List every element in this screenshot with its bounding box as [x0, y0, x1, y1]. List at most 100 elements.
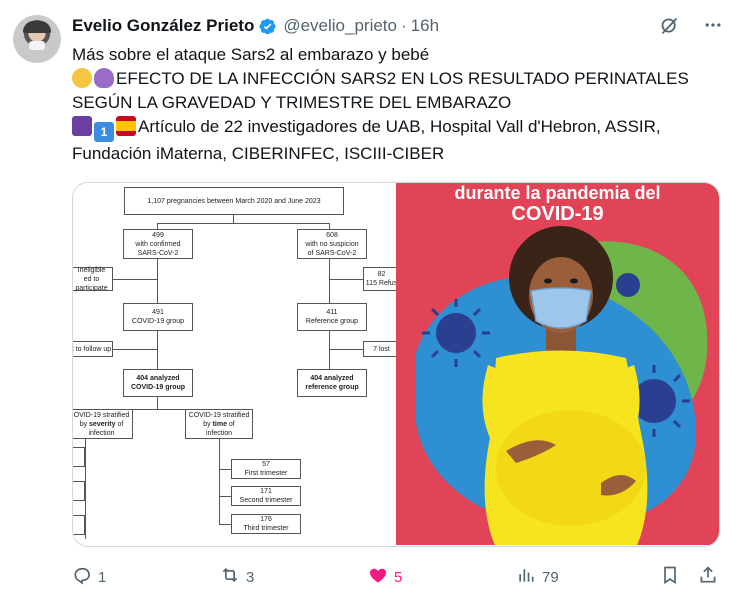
like-count: 5 — [394, 568, 403, 586]
flow-line — [329, 331, 330, 369]
flow-confirmed-n: 499 — [152, 231, 164, 239]
flow-line — [157, 259, 158, 303]
flow-nosusp-text: with no suspicion — [305, 240, 359, 248]
pregnant-woman-illustration — [396, 226, 719, 546]
flow-ineligible-2: ed to participate — [75, 275, 108, 292]
flow-strat-sev-3: infection — [88, 429, 115, 437]
flow-third-trimester-box: 176 Third trimester — [231, 514, 301, 534]
tweet-line-1: Más sobre el ataque Sars2 al embarazo y … — [72, 45, 430, 64]
flow-line — [219, 469, 231, 470]
flow-analyzed-covid-2: COVID-19 group — [130, 384, 186, 391]
flow-nosusp-n: 608 — [326, 231, 338, 239]
tweet-text-line: SEGÚN LA GRAVEDAD Y TRIMESTRE DEL EMBARA… — [72, 91, 727, 115]
repost-icon — [220, 565, 240, 589]
flow-line — [113, 349, 157, 350]
flow-analyzed-ref-box: 404 analyzed reference group — [297, 369, 367, 397]
author-name[interactable]: Evelio González Prieto — [72, 16, 254, 36]
flow-lost-right-text: 7 lost — [373, 345, 390, 353]
flow-refused-box: 82 115 Refus — [363, 267, 399, 291]
tweet-header: Evelio González Prieto @evelio_prieto · … — [72, 15, 439, 37]
tweet-line-3: SEGÚN LA GRAVEDAD Y TRIMESTRE DEL EMBARA… — [72, 93, 512, 112]
flow-line — [157, 397, 158, 409]
flow-line — [233, 215, 234, 223]
reply-button[interactable]: 1 — [72, 565, 106, 589]
flow-t1-text: First trimester — [244, 470, 288, 477]
author-avatar[interactable] — [13, 15, 61, 63]
share-icon — [698, 565, 718, 589]
flow-confirmed-box: 499 with confirmed SARS-CoV-2 — [123, 229, 193, 259]
flow-line — [157, 331, 158, 369]
flow-nosusp-text2: of SARS-CoV-2 — [307, 249, 357, 257]
views-button[interactable]: 79 — [516, 565, 559, 589]
tweet-text-line: EFECTO DE LA INFECCIÓN SARS2 EN LOS RESU… — [72, 67, 727, 91]
flow-t3-n: 176 — [260, 516, 272, 523]
flow-lost-left-text: t to follow up — [72, 345, 112, 353]
flow-total-box: 1,107 pregnancies between March 2020 and… — [124, 187, 344, 215]
grok-icon[interactable] — [658, 14, 680, 36]
flow-analyzed-ref-1: 404 analyzed — [310, 375, 354, 382]
tweet-text-line: 1 Artículo de 22 investigadores de UAB, H… — [72, 115, 727, 142]
baby-emoji-icon — [72, 68, 92, 88]
flow-analyzed-ref-2: reference group — [305, 384, 359, 391]
flow-ref-group-text: Reference group — [305, 318, 359, 325]
tweet-actions: 1 3 5 79 — [72, 565, 722, 589]
flow-t2-n: 171 — [260, 488, 272, 495]
flow-severity-sub-box — [73, 447, 85, 467]
flow-line — [113, 279, 157, 280]
repost-count: 3 — [246, 568, 255, 586]
heart-filled-icon — [368, 565, 388, 589]
flow-strat-time-1: COVID-19 stratified — [188, 411, 250, 419]
tweet-line-5: Fundación iMaterna, CIBERINFEC, ISCIII-C… — [72, 144, 445, 163]
flow-line — [85, 439, 86, 539]
flow-lost-left-box: t to follow up — [72, 341, 113, 357]
flow-strat-sev-of: of — [115, 420, 124, 428]
flow-covid-group-text: COVID-19 group — [131, 318, 185, 325]
like-button[interactable]: 5 — [368, 565, 402, 589]
flow-first-trimester-box: 57 First trimester — [231, 459, 301, 479]
verified-badge-icon — [258, 17, 277, 36]
tweet-text-line: Más sobre el ataque Sars2 al embarazo y … — [72, 43, 727, 67]
flow-t2-text: Second trimester — [239, 497, 293, 504]
flow-t3-text: Third trimester — [243, 525, 289, 532]
flow-strat-sev-2: by severity of — [80, 420, 124, 429]
flow-covid-group-box: 491 COVID-19 group — [123, 303, 193, 331]
flowchart-image[interactable]: 1,107 pregnancies between March 2020 and… — [72, 183, 399, 546]
flow-line — [329, 259, 330, 303]
avatar-mask — [29, 41, 45, 50]
flow-analyzed-covid-1: 404 analyzed — [136, 375, 180, 382]
tweet-text-line: Fundación iMaterna, CIBERINFEC, ISCIII-C… — [72, 142, 727, 166]
flow-line — [219, 524, 231, 525]
flow-covid-group-n: 491 — [152, 309, 164, 316]
flow-severity-sub-box — [73, 515, 85, 535]
flow-line — [329, 349, 363, 350]
spain-flag-emoji-icon — [116, 116, 136, 136]
flow-lost-right-box: 7 lost — [363, 341, 399, 357]
flow-confirmed-text: with confirmed — [135, 240, 181, 248]
flow-line — [157, 223, 329, 224]
flow-strat-sev-bold: severity — [89, 420, 116, 428]
tweet-media: 1,107 pregnancies between March 2020 and… — [72, 182, 720, 547]
flow-line — [329, 279, 363, 280]
flow-strat-sev-1: OVID-19 stratified — [73, 411, 130, 419]
author-handle[interactable]: @evelio_prieto — [283, 16, 397, 36]
flow-analyzed-covid-box: 404 analyzed COVID-19 group — [123, 369, 193, 397]
flow-ref-group-box: 411 Reference group — [297, 303, 367, 331]
tweet-line-4: Artículo de 22 investigadores de UAB, Ho… — [138, 117, 661, 136]
avatar-cap — [23, 21, 51, 33]
more-options-icon[interactable] — [702, 14, 724, 36]
repost-button[interactable]: 3 — [220, 565, 254, 589]
bookmark-button[interactable] — [660, 565, 680, 589]
flow-severity-sub-box — [73, 481, 85, 501]
flow-second-trimester-box: 171 Second trimester — [231, 486, 301, 506]
pregnant-woman-emoji-icon — [94, 68, 114, 88]
flow-strat-time-2: by time of — [203, 420, 235, 429]
flow-refused-text: 115 Refus — [365, 280, 398, 287]
views-chart-icon — [516, 565, 536, 589]
flow-total-text: 1,107 pregnancies between March 2020 and… — [147, 197, 321, 205]
timestamp[interactable]: 16h — [411, 16, 439, 36]
flow-ref-group-n: 411 — [326, 309, 338, 316]
share-button[interactable] — [698, 565, 718, 589]
covid-poster-image[interactable]: durante la pandemia del COVID-19 — [396, 183, 719, 546]
reply-icon — [72, 565, 92, 589]
flow-strat-time-bold: time — [212, 420, 227, 428]
